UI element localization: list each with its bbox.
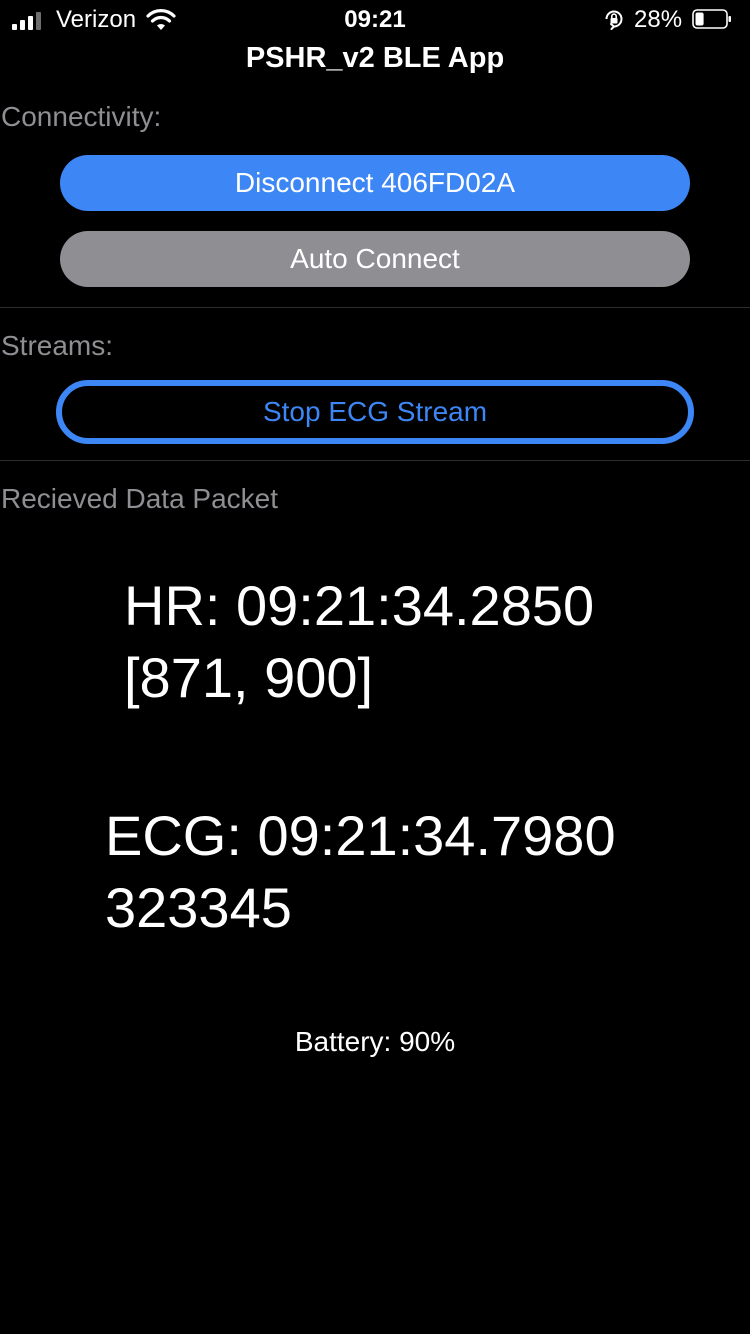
disconnect-button[interactable]: Disconnect 406FD02A: [60, 155, 690, 211]
device-battery-status: Battery: 90%: [294, 1026, 456, 1057]
status-bar: Verizon 09:21 28%: [0, 0, 750, 40]
connectivity-label: Connectivity:: [1, 101, 162, 132]
hr-values: [871, 900]: [124, 646, 374, 709]
hr-timestamp: HR: 09:21:34.2850: [124, 574, 595, 637]
page-title: PSHR_v2 BLE App: [245, 42, 505, 74]
battery-percent: 28%: [634, 6, 683, 33]
section-divider: [0, 307, 750, 308]
streams-label: Streams:: [1, 330, 114, 361]
battery-icon: [692, 9, 731, 29]
orientation-lock-icon: [605, 10, 623, 30]
stop-ecg-stream-button[interactable]: Stop ECG Stream: [56, 380, 694, 444]
auto-connect-button[interactable]: Auto Connect: [60, 231, 690, 287]
ecg-value: 323345: [105, 876, 292, 939]
ecg-timestamp: ECG: 09:21:34.7980: [105, 804, 616, 867]
section-divider: [0, 460, 750, 461]
data-packet-label: Recieved Data Packet: [1, 483, 279, 514]
